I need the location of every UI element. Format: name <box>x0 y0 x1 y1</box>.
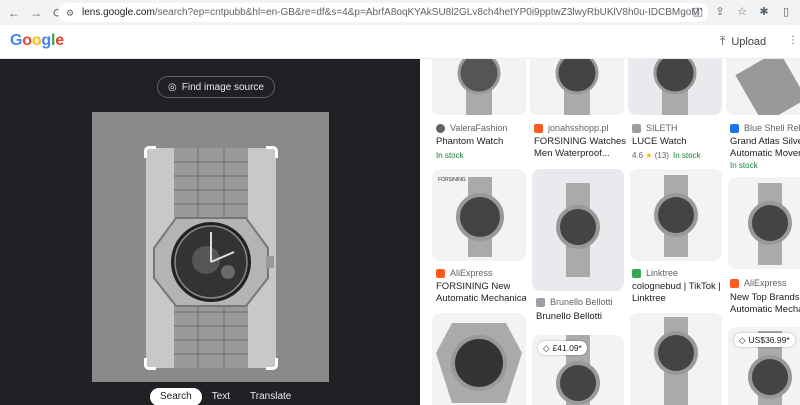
lens-header: Google ⤒ Upload ⋮ <box>0 25 800 59</box>
shop-icon <box>534 123 543 133</box>
price-text: US$36.99* <box>748 335 790 345</box>
price-text: £41.09* <box>552 343 582 353</box>
price-tag: ◇ £41.09* <box>538 341 587 355</box>
result-title[interactable]: FORSINING Watches <box>534 136 626 148</box>
site-favicon <box>730 123 739 133</box>
share-icon[interactable]: ⇪ <box>712 4 728 20</box>
result-thumbnail[interactable] <box>726 59 800 115</box>
aliexpress-icon <box>436 268 445 278</box>
result-thumbnail[interactable] <box>532 169 624 291</box>
site-info-icon[interactable]: ⚙ <box>66 8 76 18</box>
upload-button[interactable]: ⤒ Upload <box>720 34 766 49</box>
rating-value: 4.6 <box>632 151 644 160</box>
crop-handle-bottom-left[interactable] <box>144 358 156 370</box>
result-source[interactable]: jonahsshopp.pl <box>534 123 609 133</box>
globe-icon <box>436 123 445 133</box>
crop-selection[interactable] <box>144 146 278 370</box>
url-path: /search?ep=cntpubb&hl=en-GB&re=df&s=4&p=… <box>154 7 702 18</box>
site-favicon <box>632 123 641 133</box>
brand-logo-text: FORSINING <box>438 177 466 183</box>
crop-handle-bottom-right[interactable] <box>266 358 278 370</box>
result-title[interactable]: Grand Atlas Silver <box>730 136 800 148</box>
find-image-source-button[interactable]: ◎ Find image source <box>157 76 275 98</box>
watch-image <box>153 148 274 368</box>
url-host: lens.google.com <box>82 7 155 18</box>
result-thumbnail[interactable] <box>432 59 526 115</box>
query-image <box>92 112 329 382</box>
linktree-icon <box>632 268 641 278</box>
stock-status: In stock <box>673 151 701 160</box>
tag-icon: ◇ <box>739 334 746 345</box>
tab-text[interactable]: Text <box>202 388 240 405</box>
result-source[interactable]: Blue Shell Reló <box>730 123 800 133</box>
result-title[interactable]: FORSINING New <box>436 281 510 293</box>
google-logo[interactable]: Google <box>10 32 64 50</box>
visual-matches-panel: ValeraFashion Phantom Watch In stock jon… <box>420 59 800 405</box>
source-name: Blue Shell Reló <box>744 123 800 133</box>
result-title[interactable]: colognebud | TikTok | <box>632 281 721 293</box>
result-source[interactable]: Linktree <box>632 268 678 278</box>
result-thumbnail[interactable] <box>530 59 624 115</box>
back-arrow-icon[interactable]: ← <box>6 5 22 21</box>
result-thumbnail[interactable] <box>630 169 722 261</box>
bookmark-star-icon[interactable]: ☆ <box>734 4 750 20</box>
address-bar[interactable]: ⚙ lens.google.com/search?ep=cntpubb&hl=e… <box>58 3 708 22</box>
price-tag: ◇ US$36.99* <box>734 333 795 347</box>
upload-label: Upload <box>731 35 767 48</box>
result-thumbnail[interactable] <box>728 177 800 269</box>
source-name: Linktree <box>646 268 679 278</box>
result-title[interactable]: Phantom Watch <box>436 136 503 148</box>
aliexpress-icon <box>730 278 739 288</box>
result-source[interactable]: AliExpress <box>730 278 787 288</box>
result-title[interactable]: LUCE Watch <box>632 136 687 148</box>
site-favicon <box>536 297 545 307</box>
crop-handle-top-right[interactable] <box>266 146 278 158</box>
tab-translate[interactable]: Translate <box>240 388 301 405</box>
result-title-line2[interactable]: Linktree <box>632 293 666 305</box>
result-thumbnail[interactable] <box>432 313 526 405</box>
result-source[interactable]: Brunello Bellotti <box>536 297 613 307</box>
stock-status: In stock <box>436 151 464 160</box>
result-title-line2[interactable]: Automatic Moveme <box>730 148 800 160</box>
lens-mode-tabs: Search Text Translate <box>150 388 301 405</box>
source-name: jonahsshopp.pl <box>548 123 609 133</box>
url-text: lens.google.com/search?ep=cntpubb&hl=en-… <box>82 7 702 18</box>
image-preview-panel: ◎ Find image source Search Text Translat… <box>0 59 420 405</box>
source-name: AliExpress <box>450 268 493 278</box>
source-name: SILETH <box>646 123 678 133</box>
find-source-label: Find image source <box>181 81 264 93</box>
browser-toolbar: ← → ⟳ ⚙ lens.google.com/search?ep=cntpub… <box>0 0 800 25</box>
source-name: ValeraFashion <box>450 123 508 133</box>
extensions-icon[interactable]: ✱ <box>756 4 772 20</box>
result-source[interactable]: ValeraFashion <box>436 123 507 133</box>
tab-search[interactable]: Search <box>150 388 202 405</box>
result-title-line2[interactable]: Automatic Mechanica... <box>436 293 526 305</box>
lens-icon[interactable]: ◫ <box>690 4 706 20</box>
result-thumbnail[interactable]: FORSINING <box>432 169 526 261</box>
source-name: AliExpress <box>744 278 787 288</box>
review-count: (13) <box>654 151 669 160</box>
rating: 4.6 ★ (13) In stock <box>632 151 701 160</box>
star-icon: ★ <box>645 151 653 160</box>
result-title-line2[interactable]: Automatic Mechan <box>730 304 800 316</box>
result-title-line2[interactable]: Men Waterproof... <box>534 148 610 160</box>
crop-handle-top-left[interactable] <box>144 146 156 158</box>
result-thumbnail[interactable] <box>628 59 722 115</box>
result-source[interactable]: SILETH <box>632 123 678 133</box>
result-title[interactable]: Brunello Bellotti <box>536 311 602 323</box>
upload-icon: ⤒ <box>720 34 726 48</box>
forward-arrow-icon[interactable]: → <box>28 5 44 21</box>
result-title[interactable]: New Top Brands M <box>730 292 800 304</box>
sidebar-icon[interactable]: ▯ <box>778 4 794 20</box>
source-name: Brunello Bellotti <box>550 297 613 307</box>
result-source[interactable]: AliExpress <box>436 268 493 278</box>
stock-status: In stock <box>730 161 758 170</box>
apps-icon[interactable]: ⋮ <box>788 35 798 49</box>
result-thumbnail[interactable] <box>630 313 722 405</box>
lens-search-icon: ◎ <box>168 81 177 93</box>
tag-icon: ◇ <box>543 342 550 353</box>
